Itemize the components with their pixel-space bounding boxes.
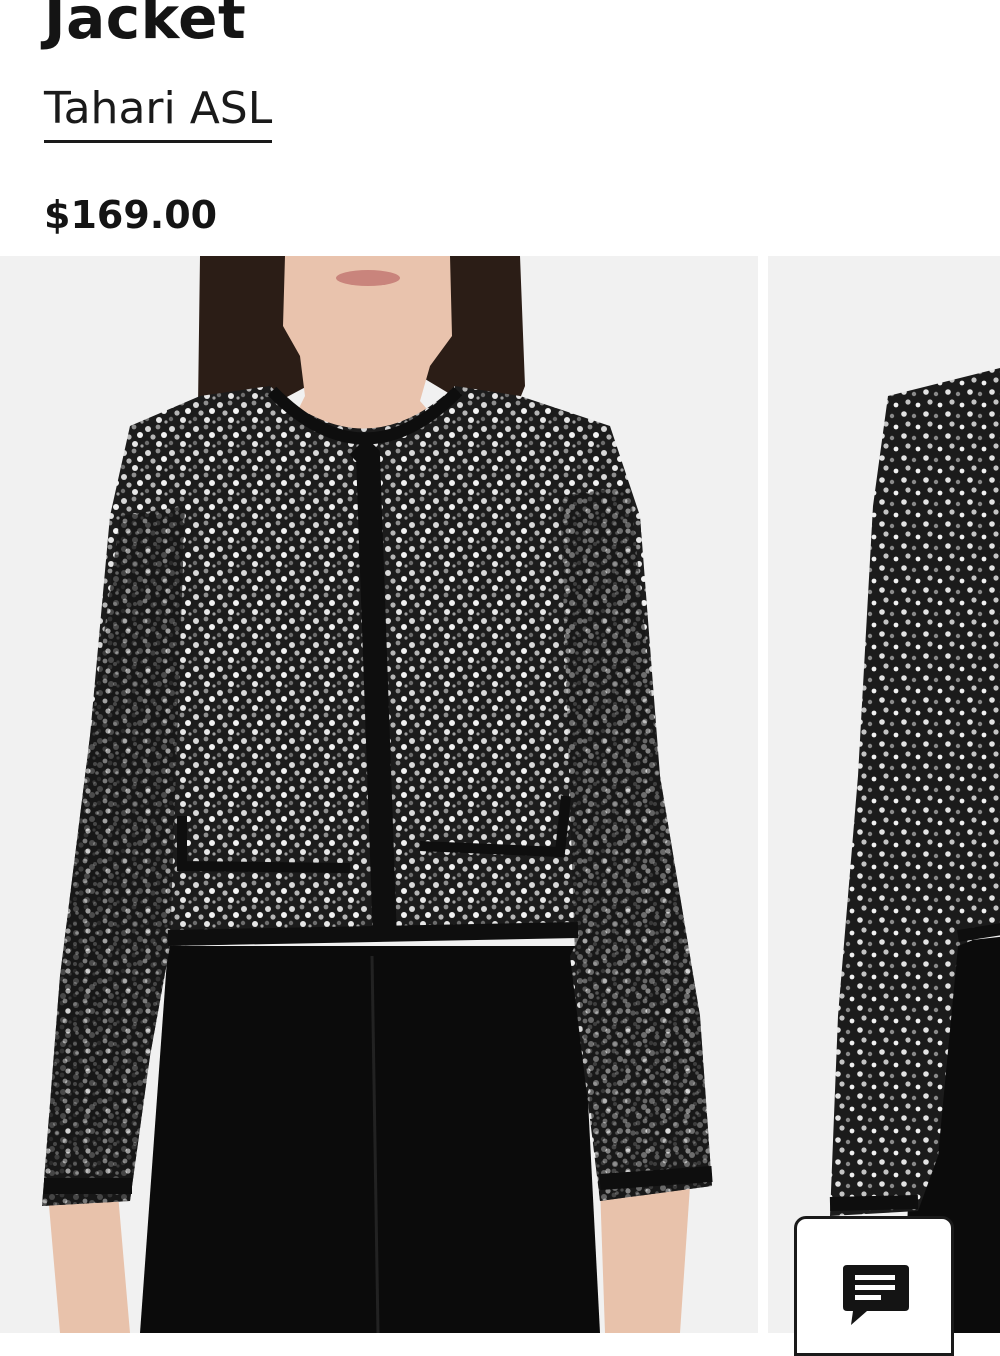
image-carousel[interactable] <box>0 256 1000 1333</box>
product-image-side[interactable] <box>768 256 1000 1333</box>
chat-button[interactable] <box>794 1216 954 1356</box>
product-title: Jacket <box>44 0 247 52</box>
chat-icon <box>843 1265 909 1325</box>
brand-link[interactable]: Tahari ASL <box>44 80 273 143</box>
product-price: $169.00 <box>44 193 218 237</box>
product-header: Jacket Tahari ASL $169.00 <box>0 0 1000 256</box>
product-image-front[interactable] <box>0 256 758 1333</box>
